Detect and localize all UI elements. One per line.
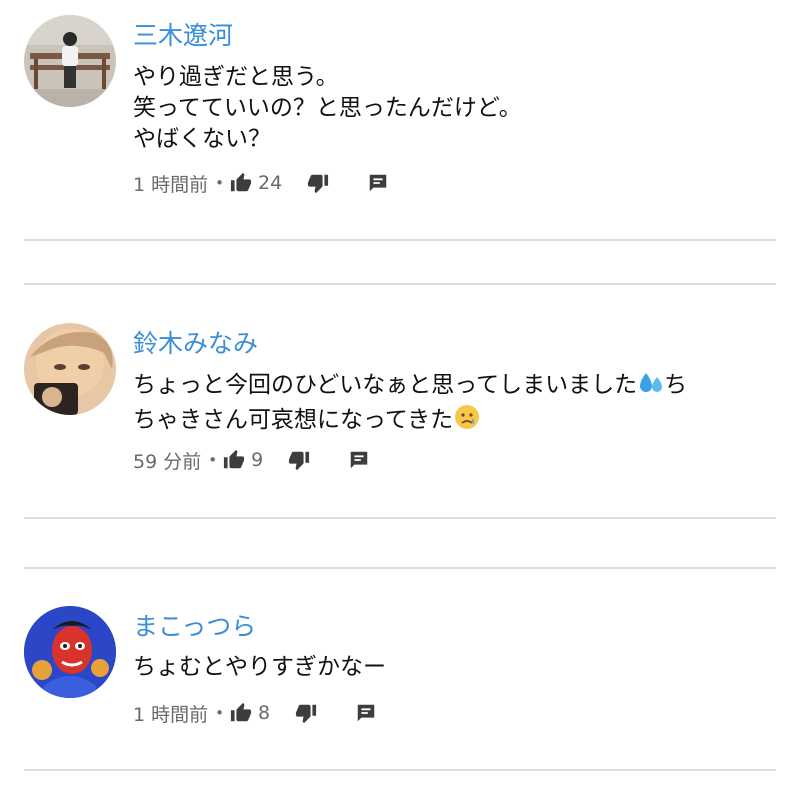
like-count: 24 xyxy=(258,172,283,194)
reply-button[interactable] xyxy=(367,172,389,194)
avatar-cartoon-icon xyxy=(24,606,116,698)
comment-text: ちょっと今回のひどいなぁと思ってしまいましたち ちゃきさん可哀想になってきた xyxy=(133,370,773,439)
comments-page: 三木遼河 やり過ぎだと思う。 笑ってていいの？と思ったんだけど。 やばくない？ … xyxy=(0,0,800,800)
comment-text-segment: ち xyxy=(664,372,688,398)
divider xyxy=(24,567,776,569)
sweat-droplets-icon xyxy=(638,371,664,404)
dislike-button[interactable] xyxy=(294,702,318,724)
comment-text-segment: ちょっと今回のひどいなぁと思ってしまいました xyxy=(133,372,638,398)
avatar-photo-icon xyxy=(24,323,116,415)
comment-text-segment: ちゃきさん可哀想になってきた xyxy=(133,407,454,433)
avatar[interactable] xyxy=(24,15,116,107)
comment-actions: 59 分前 • 9 xyxy=(133,447,370,473)
comment-text-line: ちょっと今回のひどいなぁと思ってしまいましたち xyxy=(133,370,773,404)
thumbs-down-icon xyxy=(308,174,329,194)
like-count: 8 xyxy=(258,702,271,724)
comment-author[interactable]: まこっつら xyxy=(133,612,256,642)
divider xyxy=(24,239,776,241)
divider xyxy=(24,769,776,771)
separator-dot: • xyxy=(208,451,218,469)
divider xyxy=(24,517,776,519)
thumbs-up-icon xyxy=(230,172,252,192)
avatar[interactable] xyxy=(24,606,116,698)
comment-text-line: やり過ぎだと思う。 xyxy=(133,64,339,90)
comment-actions: 1 時間前 • 8 xyxy=(133,700,377,726)
comment-text: ちょむとやりすぎかなー xyxy=(133,652,773,683)
comment-text: やり過ぎだと思う。 笑ってていいの？と思ったんだけど。 やばくない？ xyxy=(133,62,773,155)
comment-timestamp: 1 時間前 xyxy=(133,173,209,196)
sad-face-icon xyxy=(454,404,480,439)
reply-button[interactable] xyxy=(355,702,377,724)
comment-timestamp: 59 分前 xyxy=(133,450,202,473)
separator-dot: • xyxy=(215,704,224,722)
comment-actions: 1 時間前 • 24 xyxy=(133,170,389,196)
avatar-photo-icon xyxy=(24,15,116,107)
avatar[interactable] xyxy=(24,323,116,415)
reply-icon xyxy=(357,704,375,722)
comment-author[interactable]: 三木遼河 xyxy=(133,21,233,51)
comment-text-line: ちゃきさん可哀想になってきた xyxy=(133,404,773,439)
divider xyxy=(24,283,776,285)
comment-timestamp: 1 時間前 xyxy=(133,703,209,726)
like-button[interactable] xyxy=(222,449,246,471)
comment-author[interactable]: 鈴木みなみ xyxy=(133,329,258,359)
dislike-button[interactable] xyxy=(306,172,330,194)
separator-dot: • xyxy=(215,174,224,192)
reply-icon xyxy=(369,174,387,192)
thumbs-up-icon xyxy=(223,449,245,469)
reply-button[interactable] xyxy=(348,449,370,471)
like-button[interactable] xyxy=(229,702,253,724)
reply-icon xyxy=(350,451,368,469)
dislike-button[interactable] xyxy=(287,449,311,471)
thumbs-down-icon xyxy=(289,451,310,471)
like-count: 9 xyxy=(251,449,264,471)
like-button[interactable] xyxy=(229,172,253,194)
comment-text-line: やばくない？ xyxy=(133,126,271,152)
comment-text-line: 笑ってていいの？と思ったんだけど。 xyxy=(133,95,522,121)
comment-text-line: ちょむとやりすぎかなー xyxy=(133,654,386,680)
thumbs-down-icon xyxy=(296,704,317,724)
thumbs-up-icon xyxy=(230,702,252,722)
